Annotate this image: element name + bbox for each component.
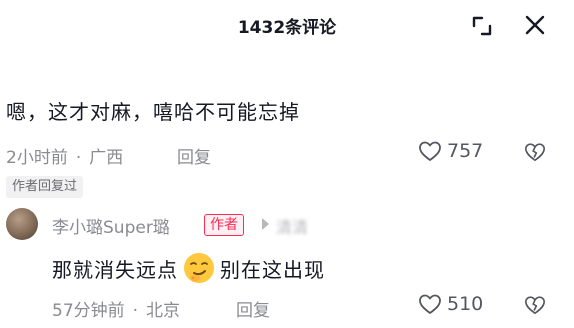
close-icon[interactable]: [524, 14, 546, 36]
comment-like-count: 757: [447, 140, 484, 162]
meta-separator: ·: [132, 301, 139, 321]
reply-like-count: 510: [447, 293, 484, 315]
comment-reply-button[interactable]: 回复: [177, 143, 211, 168]
reply-target-name[interactable]: 清清: [276, 214, 308, 238]
author-badge: 作者: [204, 214, 244, 236]
expand-icon[interactable]: [470, 14, 494, 38]
reply-text: 那就消失远点 别在这出现: [52, 251, 325, 285]
broken-heart-icon[interactable]: [524, 141, 546, 163]
author-replied-tag: 作者回复过: [6, 176, 84, 198]
reply-arrow-icon: [262, 218, 269, 230]
avatar[interactable]: [6, 208, 38, 240]
reply-meta: 57分钟前 · 北京: [52, 296, 180, 321]
comment-meta: 2小时前 · 广西: [6, 143, 123, 168]
reply-location: 北京: [146, 301, 181, 321]
comment-location: 广西: [89, 148, 124, 168]
reply-text-after: 别在这出现: [220, 257, 325, 282]
broken-heart-icon[interactable]: [524, 294, 546, 316]
comment-time: 2小时前: [6, 148, 68, 168]
smirk-emoji-icon: [184, 253, 214, 283]
comment-text: 嗯，这才对麻，嘻哈不可能忘掉: [6, 100, 300, 124]
reply-username[interactable]: 李小璐Super璐: [52, 213, 170, 238]
reply-time: 57分钟前: [52, 301, 125, 321]
heart-outline-icon: [419, 141, 441, 161]
comments-header: 1432条评论: [0, 0, 574, 50]
reply-text-before: 那就消失远点: [52, 257, 178, 282]
heart-outline-icon: [419, 294, 441, 314]
reply-reply-button[interactable]: 回复: [236, 296, 270, 321]
meta-separator: ·: [75, 148, 82, 168]
reply-like-button[interactable]: 510: [418, 293, 483, 315]
comment-like-button[interactable]: 757: [418, 140, 483, 162]
